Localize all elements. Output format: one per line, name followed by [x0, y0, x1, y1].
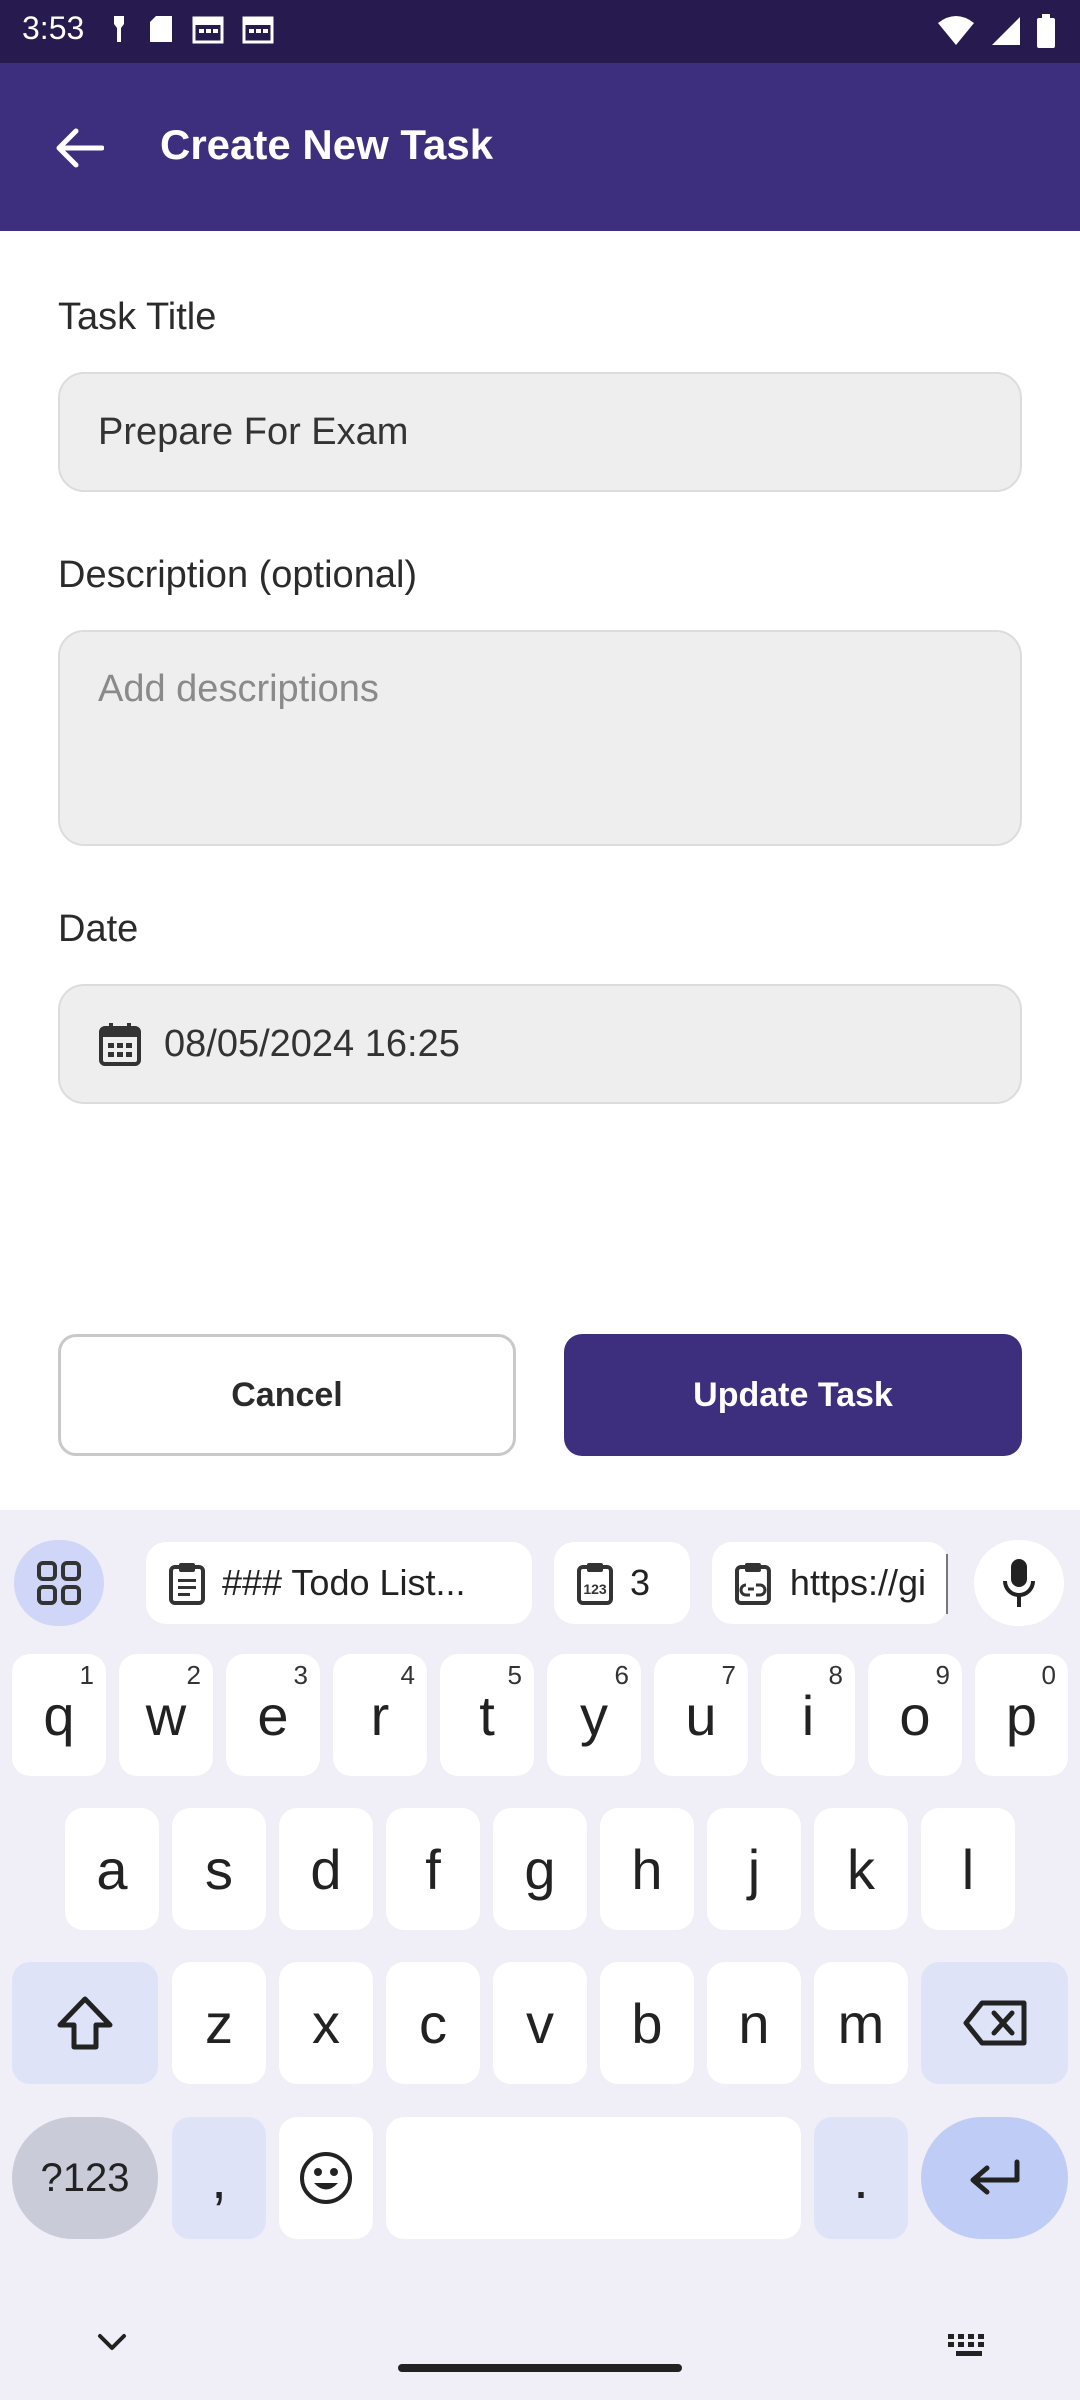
- key-k[interactable]: k: [814, 1808, 908, 1930]
- home-indicator[interactable]: [398, 2364, 682, 2372]
- notification-icons: [108, 14, 274, 44]
- clipboard-suggestion-text[interactable]: ### Todo List...: [146, 1542, 532, 1624]
- date-value: 08/05/2024 16:25: [164, 1022, 460, 1065]
- status-time: 3:53: [22, 10, 85, 46]
- chevron-down-icon: [98, 2334, 126, 2350]
- description-label: Description (optional): [58, 554, 418, 596]
- key-m[interactable]: m: [814, 1962, 908, 2084]
- enter-icon: [970, 2159, 1019, 2195]
- date-picker-field[interactable]: 08/05/2024 16:25: [58, 984, 1022, 1104]
- key-h[interactable]: h: [600, 1808, 694, 1930]
- emoji-key[interactable]: [279, 2117, 373, 2239]
- wifi-icon: [938, 16, 974, 45]
- microphone-icon: [1003, 1559, 1035, 1607]
- system-icons: [936, 14, 1056, 48]
- date-label: Date: [58, 908, 139, 950]
- clipboard-number-icon: 123: [577, 1563, 613, 1605]
- clipboard-link-label: https://gi: [789, 1562, 926, 1603]
- task-title-input[interactable]: Prepare For Exam: [58, 372, 1022, 492]
- key-u[interactable]: u7: [654, 1654, 748, 1776]
- sd-card-icon: [150, 16, 172, 42]
- clipboard-suggestion-number[interactable]: 123 3: [554, 1542, 690, 1624]
- key-y[interactable]: y6: [547, 1654, 641, 1776]
- arrow-back-icon: [56, 128, 104, 168]
- update-task-button[interactable]: Update Task: [564, 1334, 1022, 1456]
- key-w[interactable]: w2: [119, 1654, 213, 1776]
- task-title-value: Prepare For Exam: [98, 410, 409, 453]
- key-o[interactable]: o9: [868, 1654, 962, 1776]
- comma-key[interactable]: ,: [172, 2117, 266, 2239]
- apps-grid-icon: [37, 1561, 81, 1605]
- key-n[interactable]: n: [707, 1962, 801, 2084]
- clipboard-icon: [169, 1563, 205, 1605]
- key-r[interactable]: r4: [333, 1654, 427, 1776]
- app-bar: Create New Task: [0, 63, 1080, 231]
- notification-icon: [114, 16, 124, 42]
- key-x[interactable]: x: [279, 1962, 373, 2084]
- signal-icon: [992, 17, 1020, 45]
- key-d[interactable]: d: [279, 1808, 373, 1930]
- enter-key[interactable]: [921, 2117, 1068, 2239]
- clipboard-number-label: 3: [630, 1562, 651, 1603]
- keyboard-bottom-bar: [0, 2310, 1080, 2400]
- clipboard-suggestion-label: ### Todo List...: [222, 1562, 466, 1603]
- description-input[interactable]: Add descriptions: [58, 630, 1022, 846]
- backspace-icon: [963, 2000, 1026, 2046]
- suggestion-strip: ### Todo List... 123 3 https://gi: [0, 1526, 1080, 1636]
- key-b[interactable]: b: [600, 1962, 694, 2084]
- description-placeholder: Add descriptions: [98, 668, 379, 710]
- calendar-icon: [99, 1023, 141, 1066]
- back-button[interactable]: [44, 113, 114, 183]
- key-q[interactable]: q1: [12, 1654, 106, 1776]
- key-l[interactable]: l: [921, 1808, 1015, 1930]
- key-f[interactable]: f: [386, 1808, 480, 1930]
- key-j[interactable]: j: [707, 1808, 801, 1930]
- shift-key[interactable]: [12, 1962, 158, 2084]
- status-bar: 3:53: [0, 0, 1080, 63]
- key-v[interactable]: v: [493, 1962, 587, 2084]
- key-e[interactable]: e3: [226, 1654, 320, 1776]
- divider: [946, 1554, 948, 1614]
- period-key[interactable]: .: [814, 2117, 908, 2239]
- key-z[interactable]: z: [172, 1962, 266, 2084]
- key-p[interactable]: p0: [975, 1654, 1068, 1776]
- calendar-icon: [242, 16, 274, 44]
- calendar-icon: [192, 16, 224, 44]
- symbols-key[interactable]: ?123: [12, 2117, 158, 2239]
- space-key[interactable]: [386, 2117, 801, 2239]
- keyboard-apps-button[interactable]: [14, 1540, 104, 1626]
- key-i[interactable]: i8: [761, 1654, 855, 1776]
- svg-text:123: 123: [583, 1581, 607, 1597]
- key-s[interactable]: s: [172, 1808, 266, 1930]
- backspace-key[interactable]: [921, 1962, 1068, 2084]
- soft-keyboard: ### Todo List... 123 3 https://gi: [0, 1510, 1080, 2400]
- keyboard-icon: [948, 2334, 984, 2356]
- page-title: Create New Task: [160, 121, 494, 168]
- hide-keyboard-button[interactable]: [92, 2328, 132, 2358]
- key-a[interactable]: a: [65, 1808, 159, 1930]
- shift-icon: [57, 1996, 113, 2050]
- cancel-button[interactable]: Cancel: [58, 1334, 516, 1456]
- key-c[interactable]: c: [386, 1962, 480, 2084]
- clipboard-link-icon: [734, 1563, 771, 1605]
- key-t[interactable]: t5: [440, 1654, 534, 1776]
- keyboard-switcher-button[interactable]: [946, 2332, 992, 2358]
- task-title-label: Task Title: [58, 296, 217, 338]
- clipboard-suggestion-link[interactable]: https://gi: [712, 1542, 948, 1624]
- emoji-icon: [300, 2152, 352, 2204]
- key-g[interactable]: g: [493, 1808, 587, 1930]
- voice-input-button[interactable]: [974, 1540, 1064, 1626]
- battery-icon: [1037, 14, 1055, 48]
